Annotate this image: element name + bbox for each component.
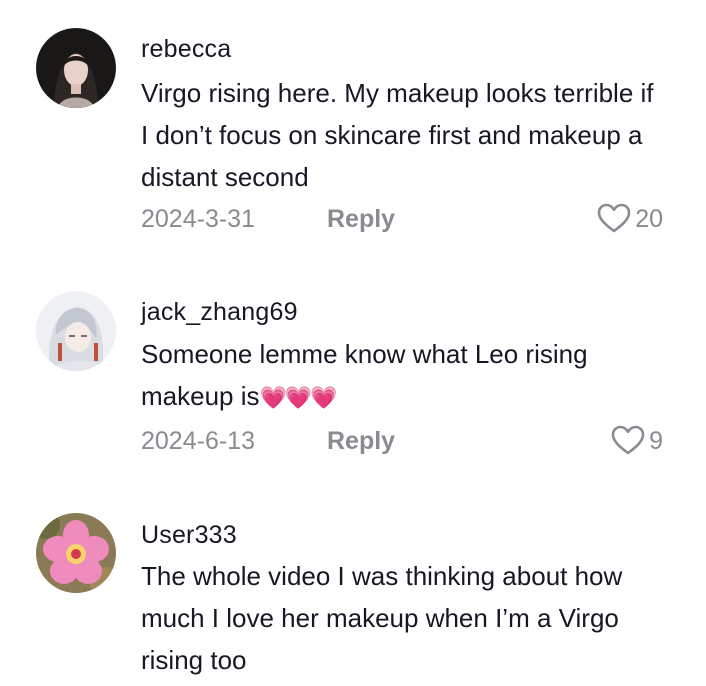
comment-text: Someone lemme know what Leo rising makeu… [141,333,666,419]
reply-button[interactable]: Reply [327,205,395,234]
comment-meta: 2024-6-13 Reply 9 [141,421,663,461]
heart-emoji: 💗💗💗 [259,385,338,410]
avatar[interactable] [36,513,116,593]
avatar[interactable] [36,291,116,371]
profile-photo-woman-icon [36,28,116,108]
username[interactable]: jack_zhang69 [141,297,666,327]
comment-text: The whole video I was thinking about how… [141,561,623,675]
like-button[interactable]: 9 [611,425,663,457]
like-count: 20 [635,204,663,233]
username[interactable]: rebecca [141,34,666,64]
like-button[interactable]: 20 [597,203,663,235]
reply-button[interactable]: Reply [327,427,395,456]
heart-outline-icon [611,425,645,455]
comment-text: Virgo rising here. My makeup looks terri… [141,78,654,192]
comment-meta: 2024-3-31 Reply 20 [141,199,663,239]
avatar[interactable] [36,28,116,108]
anime-character-avatar-icon [36,291,116,371]
hibiscus-flower-avatar-icon [36,513,116,593]
comment-text-content: Someone lemme know what Leo rising makeu… [141,339,588,411]
heart-outline-icon [597,203,631,233]
like-count: 9 [649,426,663,455]
username[interactable]: User333 [141,520,666,550]
comment-date: 2024-6-13 [141,426,255,455]
comment-date: 2024-3-31 [141,204,255,233]
